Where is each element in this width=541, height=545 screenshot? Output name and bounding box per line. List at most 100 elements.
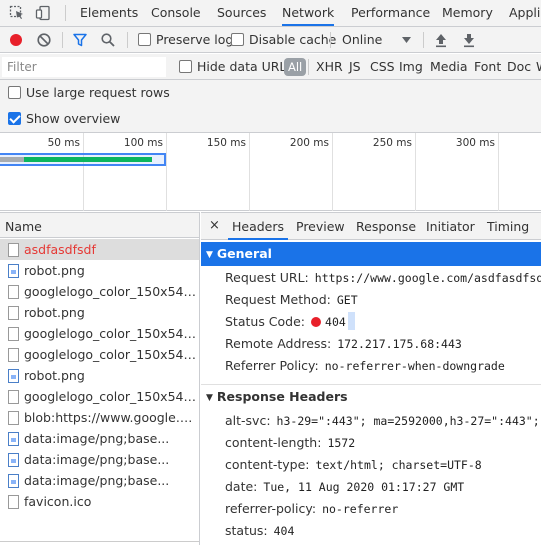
inspect-element-icon[interactable]: [9, 5, 25, 21]
response-headers-section-header[interactable]: ▼ Response Headers: [201, 385, 541, 409]
header-value: Tue, 11 Aug 2020 01:17:27 GMT: [263, 480, 465, 494]
filter-type-media[interactable]: Media: [430, 58, 468, 76]
tab-performance[interactable]: Performance: [351, 0, 430, 26]
grid-line: [332, 133, 333, 211]
hide-data-urls-label: Hide data URLs: [197, 59, 293, 74]
list-item[interactable]: robot.png: [0, 260, 199, 281]
list-item[interactable]: googlelogo_color_150x54dp.p...: [0, 344, 199, 365]
header-value: h3-29=":443"; ma=2592000,h3-27=":443"; m…: [276, 414, 541, 428]
tab-response[interactable]: Response: [356, 213, 416, 240]
checkbox-box[interactable]: [231, 33, 244, 46]
preserve-log-checkbox[interactable]: Preserve log: [138, 31, 233, 49]
list-item[interactable]: googlelogo_color_150x54dp.p...: [0, 281, 199, 302]
header-key: Referrer Policy:: [225, 358, 319, 373]
list-item[interactable]: robot.png: [0, 365, 199, 386]
referrer-policy-row: Referrer Policy: no-referrer-when-downgra…: [225, 356, 505, 376]
tick-label: 150 ms: [206, 137, 246, 149]
checkbox-box[interactable]: [138, 33, 151, 46]
grid-line: [249, 133, 250, 211]
hide-data-urls-checkbox[interactable]: Hide data URLs: [179, 58, 293, 76]
tab-network[interactable]: Network: [282, 0, 335, 26]
tab-elements[interactable]: Elements: [80, 0, 138, 26]
list-item[interactable]: googlelogo_color_150x54dp.p...: [0, 386, 199, 407]
text-cursor: [347, 312, 355, 330]
triangle-down-icon: ▼: [206, 250, 213, 260]
network-overview[interactable]: 50 ms 100 ms 150 ms 200 ms 250 ms 300 ms: [0, 132, 541, 211]
tick-label: 300 ms: [455, 137, 495, 149]
checkbox-box[interactable]: [8, 112, 21, 125]
search-icon[interactable]: [100, 32, 116, 48]
tab-console[interactable]: Console: [151, 0, 201, 26]
tick-label: 200 ms: [289, 137, 329, 149]
request-name: googlelogo_color_150x54dp.p...: [24, 284, 199, 299]
general-section-header[interactable]: ▼ General: [201, 242, 541, 266]
list-item[interactable]: blob:https://www.google.com...: [0, 407, 199, 428]
throttling-select[interactable]: Online: [342, 31, 382, 49]
list-item[interactable]: robot.png: [0, 302, 199, 323]
status-code-row: Status Code: 404: [225, 312, 355, 332]
filter-type-font[interactable]: Font: [474, 58, 501, 76]
grid-line: [415, 133, 416, 211]
close-icon[interactable]: ×: [209, 218, 220, 233]
show-overview-checkbox[interactable]: Show overview: [8, 110, 120, 128]
grid-line: [83, 133, 84, 211]
filter-type-all[interactable]: All: [284, 58, 307, 76]
document-icon: [8, 327, 19, 341]
export-har-icon[interactable]: [462, 32, 476, 48]
section-title: Response Headers: [216, 389, 348, 404]
tabbar-divider: [65, 5, 66, 21]
filter-input[interactable]: [2, 57, 166, 77]
list-item[interactable]: data:image/png;base...: [0, 449, 199, 470]
tab-preview[interactable]: Preview: [296, 213, 345, 240]
list-item[interactable]: data:image/png;base...: [0, 470, 199, 491]
list-item[interactable]: asdfasdfsdf: [0, 239, 199, 260]
toolbar-divider: [330, 32, 331, 48]
checkbox-box[interactable]: [179, 60, 192, 73]
devtools-main-tabbar: Elements Console Sources Network Perform…: [0, 0, 541, 27]
chevron-down-icon[interactable]: [402, 37, 411, 43]
request-details: × Headers Preview Response Initiator Tim…: [201, 212, 541, 545]
filter-icon[interactable]: [72, 32, 88, 48]
tab-headers[interactable]: Headers: [228, 213, 289, 240]
request-name: googlelogo_color_150x54dp.p...: [24, 326, 199, 341]
status-error-icon: [311, 317, 322, 327]
document-icon: [8, 285, 19, 299]
filter-type-xhr[interactable]: XHR: [316, 58, 343, 76]
response-header-row: content-type: text/html; charset=UTF-8: [225, 455, 482, 475]
tick-label: 100 ms: [123, 137, 163, 149]
header-value: GET: [336, 293, 358, 307]
header-key: date:: [225, 479, 258, 494]
tab-application[interactable]: Applic: [509, 0, 541, 26]
response-header-row: status: 404: [225, 521, 294, 541]
tab-memory[interactable]: Memory: [442, 0, 493, 26]
remote-address-row: Remote Address: 172.217.175.68:443: [225, 334, 462, 354]
request-name: blob:https://www.google.com...: [24, 410, 199, 425]
list-item[interactable]: data:image/png;base...: [0, 428, 199, 449]
import-har-icon[interactable]: [434, 32, 448, 48]
name-column-header[interactable]: Name: [0, 212, 199, 238]
record-icon[interactable]: [8, 32, 24, 48]
filter-type-img[interactable]: Img: [399, 58, 423, 76]
toolbar-divider: [423, 32, 424, 48]
image-icon: [8, 453, 19, 467]
tab-initiator[interactable]: Initiator: [426, 213, 475, 240]
checkbox-box[interactable]: [8, 86, 21, 99]
response-header-row: date: Tue, 11 Aug 2020 01:17:27 GMT: [225, 477, 464, 497]
section-title: General: [216, 246, 272, 261]
list-item[interactable]: favicon.ico: [0, 491, 199, 512]
header-value: 404: [273, 524, 295, 538]
list-item[interactable]: googlelogo_color_150x54dp.p...: [0, 323, 199, 344]
large-rows-checkbox[interactable]: Use large request rows: [8, 84, 170, 102]
tab-timing[interactable]: Timing: [487, 213, 529, 240]
filter-type-doc[interactable]: Doc: [507, 58, 531, 76]
filter-type-css[interactable]: CSS: [370, 58, 395, 76]
tab-sources[interactable]: Sources: [217, 0, 266, 26]
device-toolbar-icon[interactable]: [35, 5, 51, 21]
clear-icon[interactable]: [36, 32, 52, 48]
filter-type-js[interactable]: JS: [349, 58, 361, 76]
document-icon: [8, 411, 19, 425]
filter-type-ws[interactable]: W: [536, 58, 541, 76]
disable-cache-checkbox[interactable]: Disable cache: [231, 31, 336, 49]
throttling-value: Online: [342, 32, 383, 47]
request-name: robot.png: [24, 368, 85, 383]
